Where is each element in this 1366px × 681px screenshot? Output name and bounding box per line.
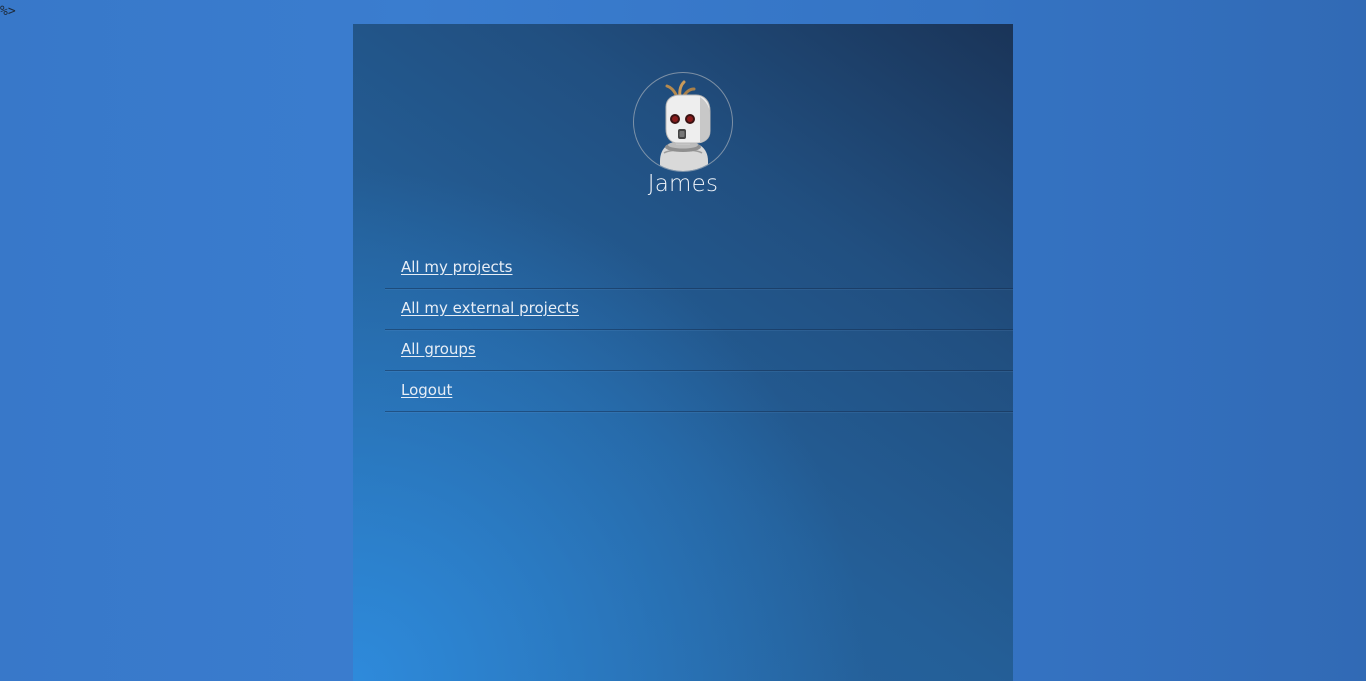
stray-template-text: %>: [0, 4, 16, 19]
external-projects-link[interactable]: All my external projects: [401, 299, 579, 317]
menu-item-logout: Logout: [385, 371, 1013, 412]
menu-item-all-groups: All groups: [385, 330, 1013, 371]
robot-avatar-icon: [660, 80, 711, 171]
profile-menu: All my projects All my external projects…: [385, 248, 1013, 412]
all-groups-link[interactable]: All groups: [401, 340, 476, 358]
avatar: [633, 72, 733, 172]
profile-panel: James All my projects All my external pr…: [353, 24, 1013, 681]
logout-link[interactable]: Logout: [401, 381, 452, 399]
menu-item-external-projects: All my external projects: [385, 289, 1013, 330]
profile-name: James: [647, 171, 719, 197]
menu-item-all-projects: All my projects: [385, 248, 1013, 289]
all-projects-link[interactable]: All my projects: [401, 258, 513, 276]
